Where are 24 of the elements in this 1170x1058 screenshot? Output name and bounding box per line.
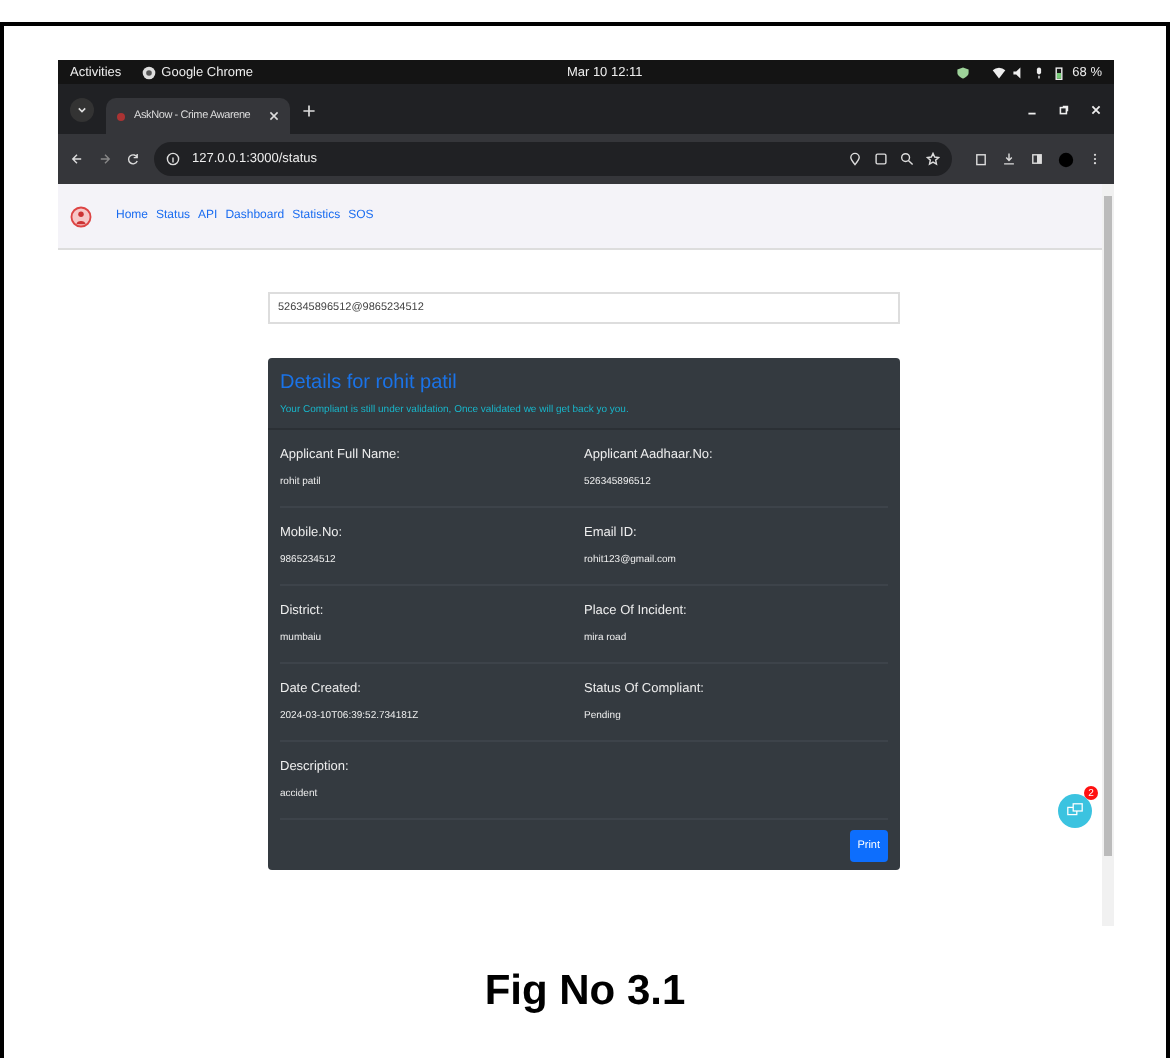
location-icon[interactable] [848, 152, 862, 166]
zoom-icon[interactable] [900, 152, 914, 166]
details-title: Details for rohit patil [280, 372, 459, 394]
reload-icon[interactable] [126, 152, 140, 166]
side-panel-icon[interactable] [1030, 152, 1044, 166]
menu-icon[interactable] [1088, 152, 1102, 166]
tab-list-icon[interactable] [70, 98, 94, 122]
info-icon[interactable] [166, 152, 180, 166]
logo-icon[interactable] [70, 205, 92, 227]
download-icon[interactable] [1002, 152, 1016, 166]
forward-icon[interactable] [98, 152, 112, 166]
star-icon[interactable] [926, 152, 940, 166]
close-icon[interactable] [1090, 104, 1102, 116]
close-icon[interactable] [268, 110, 280, 122]
back-icon[interactable] [70, 152, 84, 166]
favicon-icon [116, 111, 126, 121]
chat-icon [1066, 802, 1084, 820]
restore-icon[interactable] [1058, 104, 1070, 116]
wifi-icon [992, 65, 1007, 79]
figure-caption: Fig No 3.1 [482, 968, 688, 1016]
browser-app-icon [141, 65, 156, 79]
new-tab-icon[interactable] [302, 104, 316, 118]
shield-icon [956, 65, 971, 79]
battery-icon [1052, 65, 1067, 79]
